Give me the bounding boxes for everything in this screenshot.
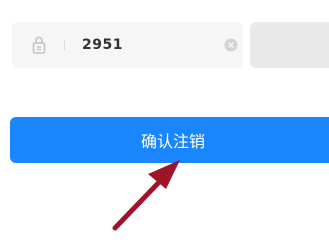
verification-code-input[interactable] — [82, 30, 212, 60]
lock-icon — [32, 36, 46, 54]
send-code-button[interactable] — [250, 22, 329, 68]
clear-icon[interactable] — [224, 38, 238, 52]
field-divider — [64, 40, 65, 50]
confirm-cancellation-button[interactable]: 确认注销 — [10, 117, 329, 163]
account-cancellation-page: 确认注销 — [0, 0, 329, 245]
verification-code-field[interactable] — [12, 22, 243, 68]
